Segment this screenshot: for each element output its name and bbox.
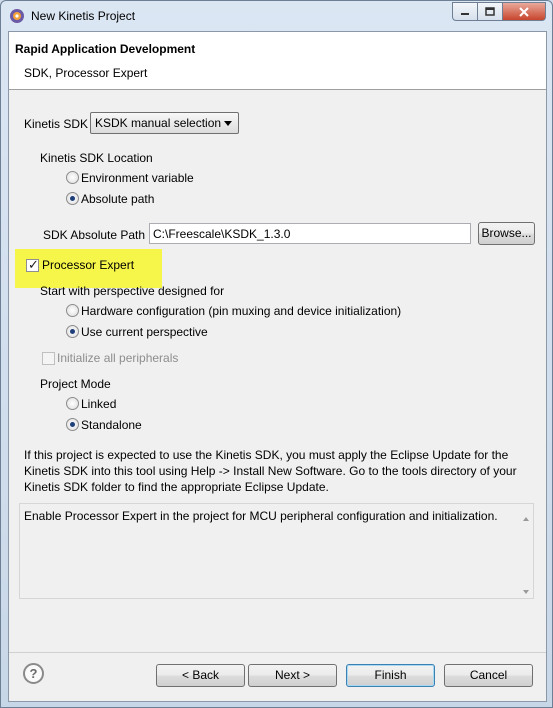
checkmark-icon: ✓ [28, 257, 39, 272]
radio-standalone-label: Standalone [81, 418, 142, 432]
scroll-down-icon[interactable] [523, 590, 529, 594]
chevron-down-icon [224, 121, 232, 126]
close-icon [519, 6, 529, 17]
browse-button[interactable]: Browse... [478, 222, 535, 245]
sdk-path-input[interactable]: C:\Freescale\KSDK_1.3.0 [149, 223, 471, 244]
window-controls [452, 2, 546, 21]
radio-use-current-perspective[interactable] [66, 325, 79, 338]
initialize-peripherals-checkbox[interactable] [42, 352, 55, 365]
radio-use-current-perspective-label: Use current perspective [81, 325, 208, 339]
finish-button[interactable]: Finish [346, 664, 435, 687]
project-mode-label: Project Mode [40, 377, 111, 391]
next-button[interactable]: Next > [248, 664, 337, 687]
radio-environment-variable[interactable] [66, 171, 79, 184]
title-bar[interactable]: New Kinetis Project [1, 1, 552, 31]
radio-hardware-configuration-label: Hardware configuration (pin muxing and d… [81, 304, 402, 318]
radio-linked[interactable] [66, 397, 79, 410]
sdk-location-label: Kinetis SDK Location [40, 151, 153, 165]
processor-expert-label: Processor Expert [42, 258, 135, 272]
eclipse-app-icon [10, 9, 24, 23]
initialize-peripherals-label: Initialize all peripherals [57, 351, 179, 365]
help-icon[interactable]: ? [23, 663, 44, 684]
perspective-label: Start with perspective designed for [40, 284, 225, 298]
radio-linked-label: Linked [81, 397, 117, 411]
footer-divider [9, 652, 546, 653]
back-button[interactable]: < Back [156, 664, 245, 687]
cancel-button[interactable]: Cancel [444, 664, 533, 687]
processor-expert-checkbox[interactable]: ✓ [26, 257, 39, 272]
page-title: Rapid Application Development [15, 42, 196, 56]
description-box[interactable]: Enable Processor Expert in the project f… [19, 503, 534, 599]
wizard-header: Rapid Application Development SDK, Proce… [9, 32, 546, 90]
kinetis-sdk-label: Kinetis SDK [24, 117, 89, 131]
dialog-client-area: Rapid Application Development SDK, Proce… [8, 31, 547, 702]
window-title: New Kinetis Project [31, 9, 136, 23]
radio-absolute-path[interactable] [66, 192, 79, 205]
radio-environment-variable-label: Environment variable [81, 171, 194, 185]
minimize-button[interactable] [452, 2, 478, 21]
scroll-up-icon[interactable] [523, 517, 529, 521]
kinetis-sdk-select[interactable]: KSDK manual selection [90, 112, 239, 134]
maximize-button[interactable] [478, 2, 503, 21]
page-subtitle: SDK, Processor Expert [24, 66, 148, 80]
sdk-path-label: SDK Absolute Path [43, 228, 146, 242]
info-text: If this project is expected to use the K… [24, 448, 517, 494]
radio-hardware-configuration[interactable] [66, 304, 79, 317]
minimize-icon [461, 12, 469, 15]
dialog-window: New Kinetis Project Rapid Application De… [0, 0, 553, 708]
maximize-icon [485, 6, 495, 16]
kinetis-sdk-selected: KSDK manual selection [95, 116, 222, 130]
description-text: Enable Processor Expert in the project f… [24, 509, 498, 523]
close-button[interactable] [503, 2, 546, 21]
radio-absolute-path-label: Absolute path [81, 192, 155, 206]
radio-standalone[interactable] [66, 418, 79, 431]
